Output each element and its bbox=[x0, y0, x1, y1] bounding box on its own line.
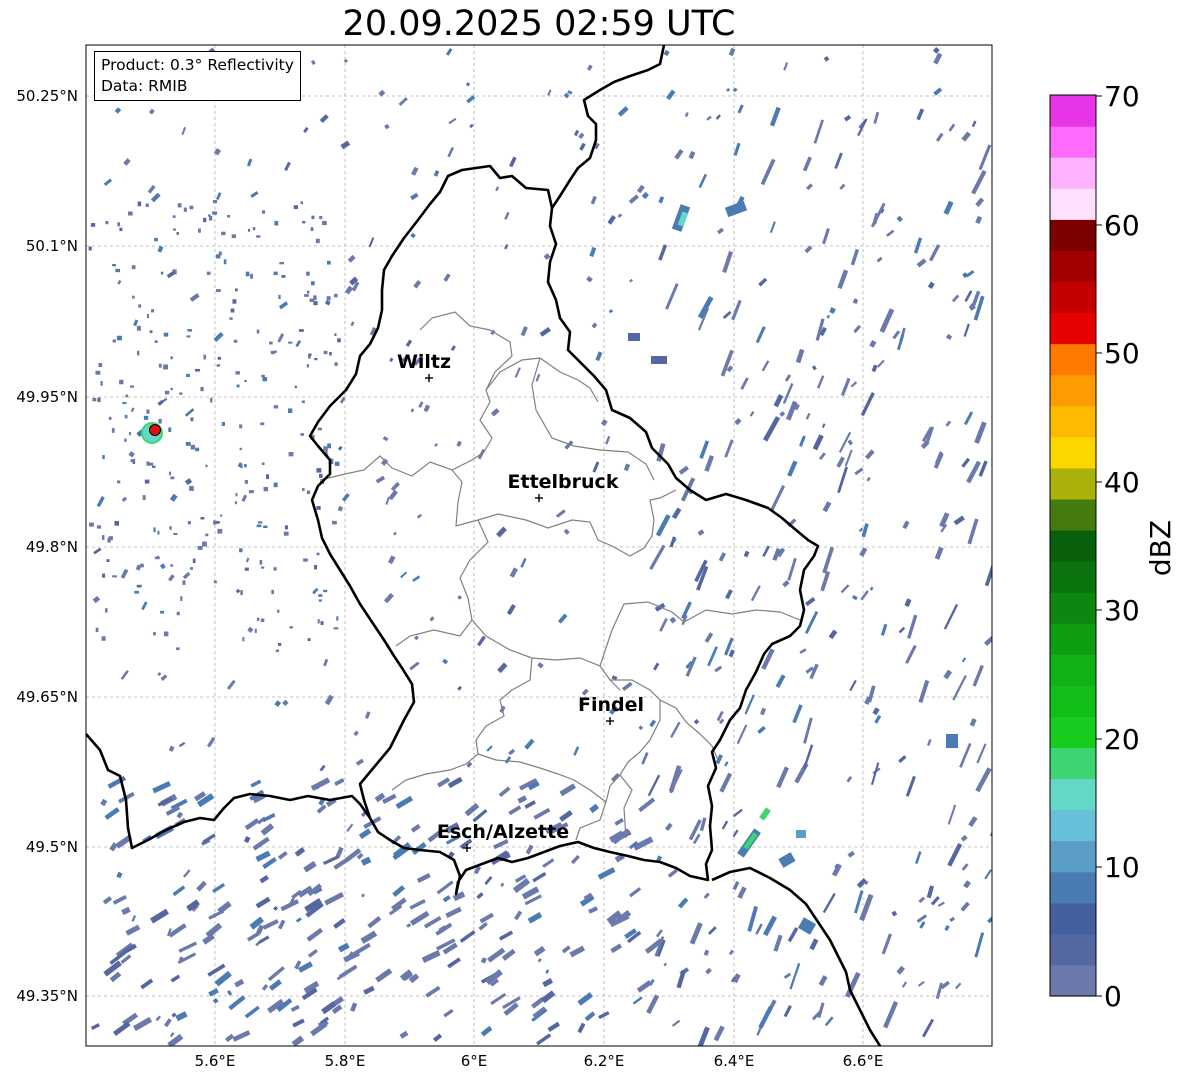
colorbar-ticks bbox=[1096, 95, 1102, 997]
colorbar-tick-label: 40 bbox=[1104, 466, 1140, 499]
colorbar-segment bbox=[1050, 902, 1096, 935]
colorbar-segment bbox=[1050, 654, 1096, 686]
city-markers bbox=[425, 374, 614, 852]
city-marker-ettelbruck bbox=[535, 494, 543, 502]
product-info-box: Product: 0.3° Reflectivity Data: RMIB bbox=[94, 51, 301, 101]
lat-label: 49.35°N bbox=[16, 987, 78, 1005]
reflectivity-echoes bbox=[88, 46, 992, 1046]
colorbar-segment bbox=[1050, 685, 1096, 717]
colorbar-segment bbox=[1050, 592, 1096, 624]
lon-label: 6.2°E bbox=[584, 1052, 625, 1070]
colorbar-tick-label: 0 bbox=[1104, 980, 1122, 1013]
colorbar-segment bbox=[1050, 405, 1096, 438]
colorbar: 70 60 50 40 30 20 10 0 dBZ bbox=[1049, 80, 1177, 1013]
colorbar-segment bbox=[1050, 312, 1096, 345]
lon-label: 5.6°E bbox=[195, 1052, 236, 1070]
colorbar-segment bbox=[1050, 281, 1096, 314]
colorbar-segment bbox=[1050, 964, 1096, 997]
colorbar-segment bbox=[1050, 716, 1096, 749]
city-label-wiltz: Wiltz bbox=[397, 351, 451, 373]
colorbar-tick-label: 70 bbox=[1104, 80, 1140, 113]
colorbar-segment bbox=[1050, 374, 1096, 407]
colorbar-segment bbox=[1050, 498, 1096, 531]
colorbar-segment bbox=[1050, 188, 1096, 220]
colorbar-tick-labels: 70 60 50 40 30 20 10 0 bbox=[1104, 80, 1140, 1013]
colorbar-segment bbox=[1050, 343, 1096, 376]
city-label-esch: Esch/Alzette bbox=[437, 821, 569, 843]
colorbar-segment bbox=[1050, 747, 1096, 780]
lat-label: 49.5°N bbox=[26, 838, 78, 856]
colorbar-segment bbox=[1050, 436, 1096, 469]
latitude-labels: 50.25°N 50.1°N 49.95°N 49.8°N 49.65°N 49… bbox=[16, 87, 78, 1005]
colorbar-segment bbox=[1050, 623, 1096, 655]
radar-site-marker bbox=[141, 422, 163, 444]
lat-label: 49.8°N bbox=[26, 538, 78, 556]
lat-label: 50.25°N bbox=[16, 87, 78, 105]
lon-label: 6.4°E bbox=[714, 1052, 755, 1070]
product-text: Product: 0.3° Reflectivity bbox=[101, 56, 294, 74]
colorbar-segment bbox=[1050, 467, 1096, 500]
colorbar-segments bbox=[1050, 95, 1096, 997]
colorbar-segment bbox=[1050, 529, 1096, 562]
lat-label: 50.1°N bbox=[26, 237, 78, 255]
data-source-text: Data: RMIB bbox=[101, 77, 188, 95]
colorbar-segment bbox=[1050, 871, 1096, 904]
colorbar-tick-label: 10 bbox=[1104, 851, 1140, 884]
colorbar-tick-label: 30 bbox=[1104, 594, 1140, 627]
colorbar-tick-label: 50 bbox=[1104, 337, 1140, 370]
lon-label: 6.6°E bbox=[843, 1052, 884, 1070]
city-label-findel: Findel bbox=[578, 694, 644, 716]
colorbar-tick-label: 20 bbox=[1104, 723, 1140, 756]
city-marker-wiltz bbox=[425, 374, 433, 382]
colorbar-segment bbox=[1050, 250, 1096, 283]
colorbar-unit-label: dBZ bbox=[1144, 520, 1177, 576]
colorbar-segment bbox=[1050, 933, 1096, 966]
colorbar-segment bbox=[1050, 561, 1096, 593]
colorbar-segment bbox=[1050, 809, 1096, 842]
colorbar-segment bbox=[1050, 126, 1096, 158]
lon-label: 5.8°E bbox=[325, 1052, 366, 1070]
lon-label: 6°E bbox=[461, 1052, 488, 1070]
colorbar-segment bbox=[1050, 840, 1096, 873]
city-labels: Wiltz Ettelbruck Findel Esch/Alzette bbox=[397, 351, 644, 843]
colorbar-tick-label: 60 bbox=[1104, 209, 1140, 242]
lat-label: 49.65°N bbox=[16, 688, 78, 706]
colorbar-segment bbox=[1050, 95, 1096, 127]
city-marker-findel bbox=[606, 717, 614, 725]
longitude-labels: 5.6°E 5.8°E 6°E 6.2°E 6.4°E 6.6°E bbox=[195, 1052, 884, 1070]
colorbar-segment bbox=[1050, 157, 1096, 189]
canton-boundaries bbox=[319, 311, 801, 841]
city-label-ettelbruck: Ettelbruck bbox=[508, 471, 619, 493]
colorbar-segment bbox=[1050, 219, 1096, 251]
radar-map: Wiltz Ettelbruck Findel Esch/Alzette 50.… bbox=[16, 44, 1177, 1070]
lat-label: 49.95°N bbox=[16, 388, 78, 406]
colorbar-segment bbox=[1050, 778, 1096, 811]
